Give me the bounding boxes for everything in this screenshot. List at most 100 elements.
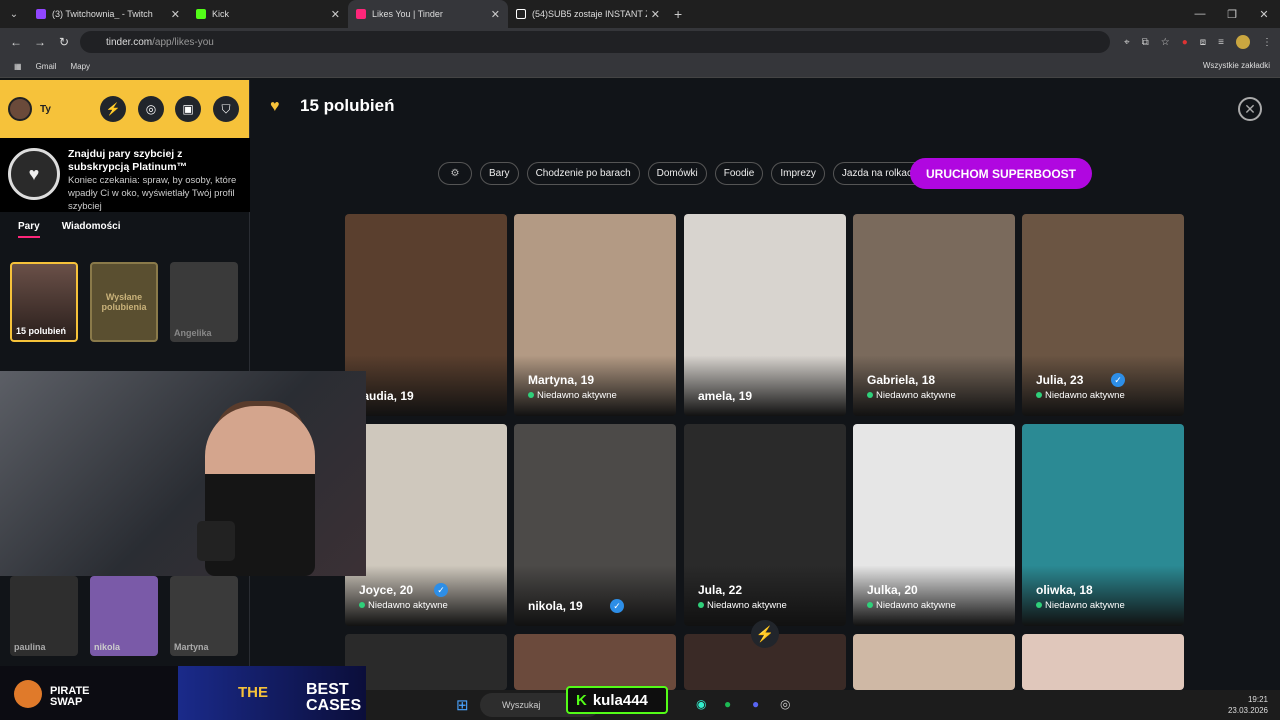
profile-card[interactable]: Jula, 22 Niedawno aktywne	[684, 424, 846, 626]
platinum-promo[interactable]: ♥ Znajduj pary szybciej z subskrypcją Pl…	[0, 138, 250, 212]
tiktok-icon	[516, 9, 526, 19]
active-status: Niedawno aktywne	[1036, 600, 1125, 611]
profile-card[interactable]: Gabriela, 18 Niedawno aktywne	[853, 214, 1015, 416]
close-icon[interactable]: ✕	[171, 8, 180, 21]
kick-username-badge: Kkula444	[566, 686, 668, 714]
tab-kick[interactable]: Kick ✕	[188, 0, 348, 28]
filter-bar: ⚙ Bary Chodzenie po barach Domówki Foodi…	[438, 162, 927, 185]
briefcase-icon[interactable]: ▣	[175, 96, 201, 122]
chrome-icon[interactable]: ◉	[696, 697, 706, 711]
bookmark-maps[interactable]: Mapy	[70, 62, 90, 71]
match-thumb[interactable]: Martyna	[170, 576, 238, 656]
profile-card[interactable]	[345, 634, 507, 690]
close-icon[interactable]: ✕	[491, 8, 500, 21]
new-tab-button[interactable]: +	[674, 6, 682, 22]
card-name: Julia, 23	[1036, 373, 1084, 387]
spotify-icon[interactable]: ●	[724, 697, 731, 711]
profile-card[interactable]: Julia, 23 ✓ Niedawno aktywne	[1022, 214, 1184, 416]
active-status: Niedawno aktywne	[698, 600, 787, 611]
sent-likes-thumb[interactable]: Wysłane polubienia	[90, 262, 158, 342]
boost-icon[interactable]: ⚡	[100, 96, 126, 122]
window-controls: — ❐ ✕	[1184, 0, 1280, 28]
active-status: Niedawno aktywne	[359, 600, 448, 611]
filter-chip[interactable]: Chodzenie po barach	[526, 162, 640, 185]
mic-icon[interactable]: ●	[1182, 37, 1188, 48]
install-icon[interactable]: ⧉	[1142, 37, 1149, 48]
card-name: nikola, 19	[528, 599, 583, 613]
filter-settings-icon[interactable]: ⚙	[438, 162, 472, 185]
menu-icon[interactable]: ⋮	[1262, 37, 1272, 48]
explore-icon[interactable]: ◎	[138, 96, 164, 122]
obs-icon[interactable]: ◎	[780, 697, 790, 711]
window-close-icon[interactable]: ✕	[1248, 0, 1280, 28]
tab-title: Kick	[212, 9, 230, 19]
playlist-icon[interactable]: ≡	[1218, 37, 1224, 48]
extension-icon[interactable]: ⧈	[1200, 37, 1206, 48]
profile-card[interactable]: oliwka, 18 Niedawno aktywne	[1022, 424, 1184, 626]
webcam-overlay	[0, 371, 366, 576]
close-icon[interactable]: ✕	[651, 8, 660, 21]
filter-chip[interactable]: Domówki	[647, 162, 707, 185]
superboost-button[interactable]: URUCHOM SUPERBOOST	[910, 158, 1093, 189]
address-bar: ← → ↻ tinder.com/app/likes-you ⌖ ⧉ ☆ ● ⧈…	[0, 28, 1280, 56]
toolbar-icons: ⌖ ⧉ ☆ ● ⧈ ≡ ⋮	[1124, 28, 1272, 56]
bookmarks-bar: ▦ Gmail Mapy Wszystkie zakładki	[0, 56, 1280, 78]
match-thumb[interactable]: paulina	[10, 576, 78, 656]
match-thumb[interactable]: nikola	[90, 576, 158, 656]
profile-card[interactable]: Joyce, 20 ✓ Niedawno aktywne	[345, 424, 507, 626]
tab-title: (3) Twitchownia_ - Twitch	[52, 9, 153, 19]
profile-card[interactable]: laudia, 19	[345, 214, 507, 416]
location-icon[interactable]: ⌖	[1124, 37, 1130, 48]
tab-search-icon[interactable]: ⌄	[0, 0, 28, 28]
tinder-icon	[356, 9, 366, 19]
profile-card[interactable]: Julka, 20 Niedawno aktywne	[853, 424, 1015, 626]
maximize-icon[interactable]: ❐	[1216, 0, 1248, 28]
filter-chip[interactable]: Bary	[480, 162, 519, 185]
apps-icon[interactable]: ▦	[14, 62, 22, 71]
forward-icon[interactable]: →	[28, 35, 52, 49]
tab-tinder[interactable]: Likes You | Tinder ✕	[348, 0, 508, 28]
verified-icon: ✓	[434, 583, 448, 597]
profile-card[interactable]	[514, 634, 676, 690]
filter-chip[interactable]: Foodie	[714, 162, 764, 185]
discord-icon[interactable]: ●	[752, 697, 759, 711]
likes-thumb[interactable]: 15 polubień	[10, 262, 78, 342]
back-icon[interactable]: ←	[4, 35, 28, 49]
boost-icon[interactable]: ⚡	[751, 620, 779, 648]
match-thumb[interactable]: Angelika	[170, 262, 238, 342]
reload-icon[interactable]: ↻	[52, 35, 76, 49]
tab-tiktok[interactable]: (54)SUB5 zostaje INSTANT ZIGN ✕	[508, 0, 668, 28]
card-name: laudia, 19	[359, 389, 414, 403]
minimize-icon[interactable]: —	[1184, 0, 1216, 28]
star-icon[interactable]: ☆	[1161, 37, 1170, 48]
shield-icon[interactable]: ⛉	[213, 96, 239, 122]
card-name: amela, 19	[698, 389, 753, 403]
filter-chip[interactable]: Imprezy	[771, 162, 825, 185]
close-icon[interactable]: ✕	[331, 8, 340, 21]
profile-card[interactable]: nikola, 19 ✓	[514, 424, 676, 626]
profile-avatar[interactable]	[1236, 35, 1250, 49]
avatar[interactable]	[8, 97, 32, 121]
tab-matches[interactable]: Pary	[18, 221, 40, 238]
thumb-label: nikola	[94, 642, 121, 652]
card-name: Martyna, 19	[528, 373, 595, 387]
all-bookmarks[interactable]: Wszystkie zakładki	[1203, 61, 1270, 70]
profile-card[interactable]	[1022, 634, 1184, 690]
taskbar: ⊞ Wyszukaj Kkula444 ◉ ● ● ◎ 19:21 23.03.2…	[366, 686, 1280, 720]
url-input[interactable]: tinder.com/app/likes-you	[80, 31, 1110, 53]
card-name: Gabriela, 18	[867, 373, 936, 387]
profile-card[interactable]: amela, 19	[684, 214, 846, 416]
tab-twitch[interactable]: (3) Twitchownia_ - Twitch ✕	[28, 0, 188, 28]
close-icon[interactable]: ✕	[1238, 97, 1262, 121]
search-placeholder: Wyszukaj	[502, 700, 541, 710]
kick-username: kula444	[592, 691, 648, 709]
sidebar-tabs: Pary Wiadomości	[18, 221, 121, 238]
bookmark-gmail[interactable]: Gmail	[36, 62, 57, 71]
windows-start-icon[interactable]: ⊞	[456, 696, 469, 714]
user-name[interactable]: Ty	[40, 104, 51, 115]
profile-card[interactable]	[853, 634, 1015, 690]
banner-word: BEST	[306, 681, 349, 698]
tab-messages[interactable]: Wiadomości	[62, 221, 121, 238]
profile-card[interactable]: Martyna, 19 Niedawno aktywne	[514, 214, 676, 416]
system-clock[interactable]: 19:21 23.03.2026	[1228, 694, 1268, 716]
